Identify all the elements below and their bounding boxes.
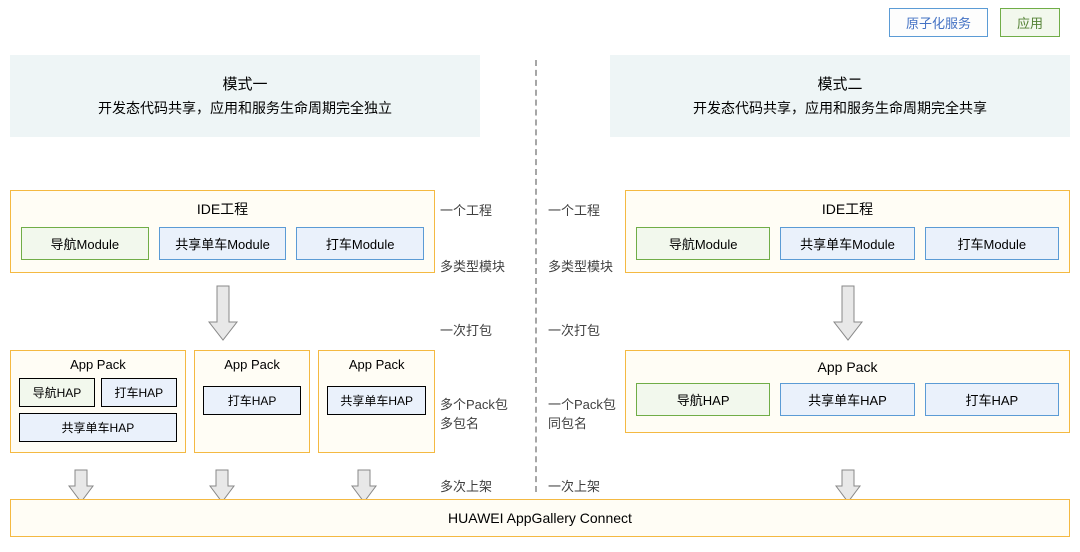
right-pack-title: App Pack (636, 359, 1059, 375)
mode2-header: 模式二 开发态代码共享，应用和服务生命周期完全共享 (610, 55, 1070, 137)
legend-atomic: 原子化服务 (889, 8, 988, 37)
label-left-4: 多个Pack包 多包名 (440, 394, 530, 432)
left-module-bike: 共享单车Module (159, 227, 287, 260)
label-left-5: 多次上架 (440, 476, 530, 495)
left-pack-2: App Pack 打车HAP (194, 350, 311, 453)
left-pack-row: App Pack 导航HAP 打车HAP 共享单车HAP App Pack 打车… (10, 350, 435, 453)
hap-taxi: 打车HAP (925, 383, 1059, 416)
hap-bike: 共享单车HAP (327, 386, 426, 415)
left-pack-3: App Pack 共享单车HAP (318, 350, 435, 453)
legend: 原子化服务 应用 (889, 8, 1060, 37)
hap-taxi: 打车HAP (101, 378, 177, 407)
right-pack-box: App Pack 导航HAP 共享单车HAP 打车HAP (625, 350, 1070, 433)
left-ide-title: IDE工程 (21, 199, 424, 219)
left-module-taxi: 打车Module (296, 227, 424, 260)
label-left-3: 一次打包 (440, 320, 530, 339)
label-left-1: 一个工程 (440, 200, 530, 219)
arrow-down-icon (625, 284, 1070, 344)
mode1-subtitle: 开发态代码共享，应用和服务生命周期完全独立 (20, 97, 470, 119)
mode2-title: 模式二 (620, 73, 1060, 97)
left-pack-1: App Pack 导航HAP 打车HAP 共享单车HAP (10, 350, 186, 453)
mode2-subtitle: 开发态代码共享，应用和服务生命周期完全共享 (620, 97, 1060, 119)
pack-title: App Pack (203, 357, 302, 372)
hap-nav: 导航HAP (636, 383, 770, 416)
left-ide-box: IDE工程 导航Module 共享单车Module 打车Module (10, 190, 435, 273)
label-right-3: 一次打包 (548, 320, 628, 339)
mode1-title: 模式一 (20, 73, 470, 97)
pack-title: App Pack (327, 357, 426, 372)
pack-title: App Pack (19, 357, 177, 372)
hap-taxi: 打车HAP (203, 386, 302, 415)
legend-app: 应用 (1000, 8, 1060, 37)
left-module-nav: 导航Module (21, 227, 149, 260)
hap-bike: 共享单车HAP (780, 383, 914, 416)
label-right-2: 多类型模块 (548, 256, 628, 275)
right-module-taxi: 打车Module (925, 227, 1059, 260)
hap-bike: 共享单车HAP (19, 413, 177, 442)
label-left-2: 多类型模块 (440, 256, 530, 275)
arrow-down-icon (10, 284, 435, 344)
right-module-bike: 共享单车Module (780, 227, 914, 260)
label-right-5: 一次上架 (548, 476, 628, 495)
appgallery-bar: HUAWEI AppGallery Connect (10, 499, 1070, 537)
right-ide-title: IDE工程 (636, 199, 1059, 219)
label-right-1: 一个工程 (548, 200, 628, 219)
right-module-nav: 导航Module (636, 227, 770, 260)
right-ide-box: IDE工程 导航Module 共享单车Module 打车Module (625, 190, 1070, 273)
label-right-4: 一个Pack包 同包名 (548, 394, 628, 432)
mode1-header: 模式一 开发态代码共享，应用和服务生命周期完全独立 (10, 55, 480, 137)
hap-nav: 导航HAP (19, 378, 95, 407)
header-row: 模式一 开发态代码共享，应用和服务生命周期完全独立 模式二 开发态代码共享，应用… (10, 55, 1070, 137)
